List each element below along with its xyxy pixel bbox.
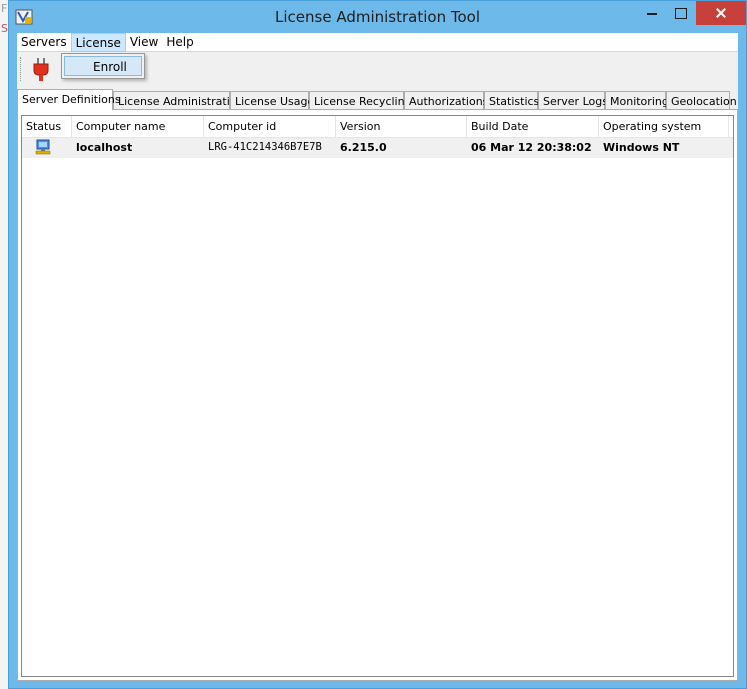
menu-license[interactable]: License: [70, 33, 126, 52]
cell-version: 6.215.0: [340, 141, 387, 154]
column-header-computer-name[interactable]: Computer name: [72, 116, 204, 138]
cell-build-date: 06 Mar 12 20:38:02: [471, 141, 592, 154]
server-definitions-panel: Status Computer name Computer id Version…: [17, 109, 738, 681]
table-header: Status Computer name Computer id Version…: [22, 116, 733, 138]
menu-view[interactable]: View: [126, 33, 162, 52]
tab-geolocation[interactable]: Geolocation: [666, 91, 737, 110]
column-header-computer-id[interactable]: Computer id: [204, 116, 336, 138]
tab-server-definitions[interactable]: Server Definitions: [17, 89, 121, 110]
menu-servers[interactable]: Servers: [17, 33, 71, 52]
tab-strip: Server Definitions License Administratio…: [17, 89, 738, 110]
cell-operating-system: Windows NT: [603, 141, 680, 154]
tab-statistics[interactable]: Statistics: [484, 91, 539, 110]
menu-bar: Servers License View Help: [17, 33, 738, 52]
window-title: License Administration Tool: [275, 8, 480, 26]
tab-authorizations[interactable]: Authorizations: [404, 91, 488, 110]
client-area: Servers License View Help Enroll Server …: [17, 33, 738, 681]
background-glyph: S: [1, 22, 8, 35]
maximize-button[interactable]: [666, 1, 694, 25]
toolbar-grip[interactable]: [20, 57, 22, 81]
server-table: Status Computer name Computer id Version…: [21, 115, 734, 677]
cell-computer-name: localhost: [76, 141, 133, 154]
tab-license-recycling[interactable]: License Recycling: [309, 91, 412, 110]
column-header-build-date[interactable]: Build Date: [467, 116, 599, 138]
tab-license-administration[interactable]: License Administration: [113, 91, 243, 110]
license-dropdown: Enroll: [61, 53, 145, 79]
column-header-operating-system[interactable]: Operating system: [599, 116, 729, 138]
menu-item-enroll[interactable]: Enroll: [64, 56, 142, 76]
cell-computer-id: LRG-41C214346B7E7B: [208, 141, 322, 153]
background-glyph: F: [1, 2, 8, 15]
app-window: License Administration Tool Servers Lice…: [8, 0, 747, 689]
tab-license-usage[interactable]: License Usage: [230, 91, 314, 110]
plug-icon[interactable]: [29, 56, 53, 82]
table-row[interactable]: localhost LRG-41C214346B7E7B 6.215.0 06 …: [22, 138, 733, 158]
menu-help[interactable]: Help: [162, 33, 197, 52]
title-bar[interactable]: License Administration Tool: [9, 1, 746, 33]
close-button[interactable]: [696, 1, 746, 25]
minimize-button[interactable]: [638, 1, 666, 25]
computer-icon: [35, 139, 51, 155]
tab-server-logs[interactable]: Server Logs: [538, 91, 608, 110]
column-header-status[interactable]: Status: [22, 116, 72, 138]
tab-monitoring[interactable]: Monitoring: [605, 91, 669, 110]
column-header-version[interactable]: Version: [336, 116, 467, 138]
